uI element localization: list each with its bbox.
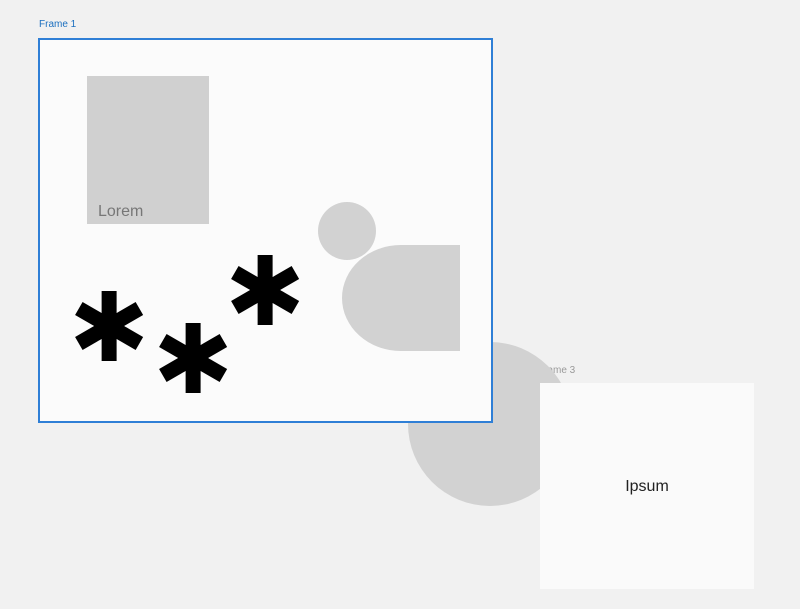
asterisk-icon[interactable]: ✱ (69, 280, 149, 376)
frame-3[interactable]: Ipsum (540, 383, 754, 589)
frame-1-label[interactable]: Frame 1 (39, 19, 76, 31)
asterisk-icon[interactable]: ✱ (225, 244, 305, 340)
half-circle-shape[interactable] (342, 245, 460, 351)
ipsum-text[interactable]: Ipsum (540, 478, 754, 496)
small-circle-shape[interactable] (318, 202, 376, 260)
rectangle-shape[interactable]: Lorem (87, 76, 209, 224)
lorem-text[interactable]: Lorem (98, 203, 143, 221)
frame-1[interactable]: Lorem ✱ ✱ ✱ (38, 38, 493, 423)
asterisk-icon[interactable]: ✱ (153, 312, 233, 408)
